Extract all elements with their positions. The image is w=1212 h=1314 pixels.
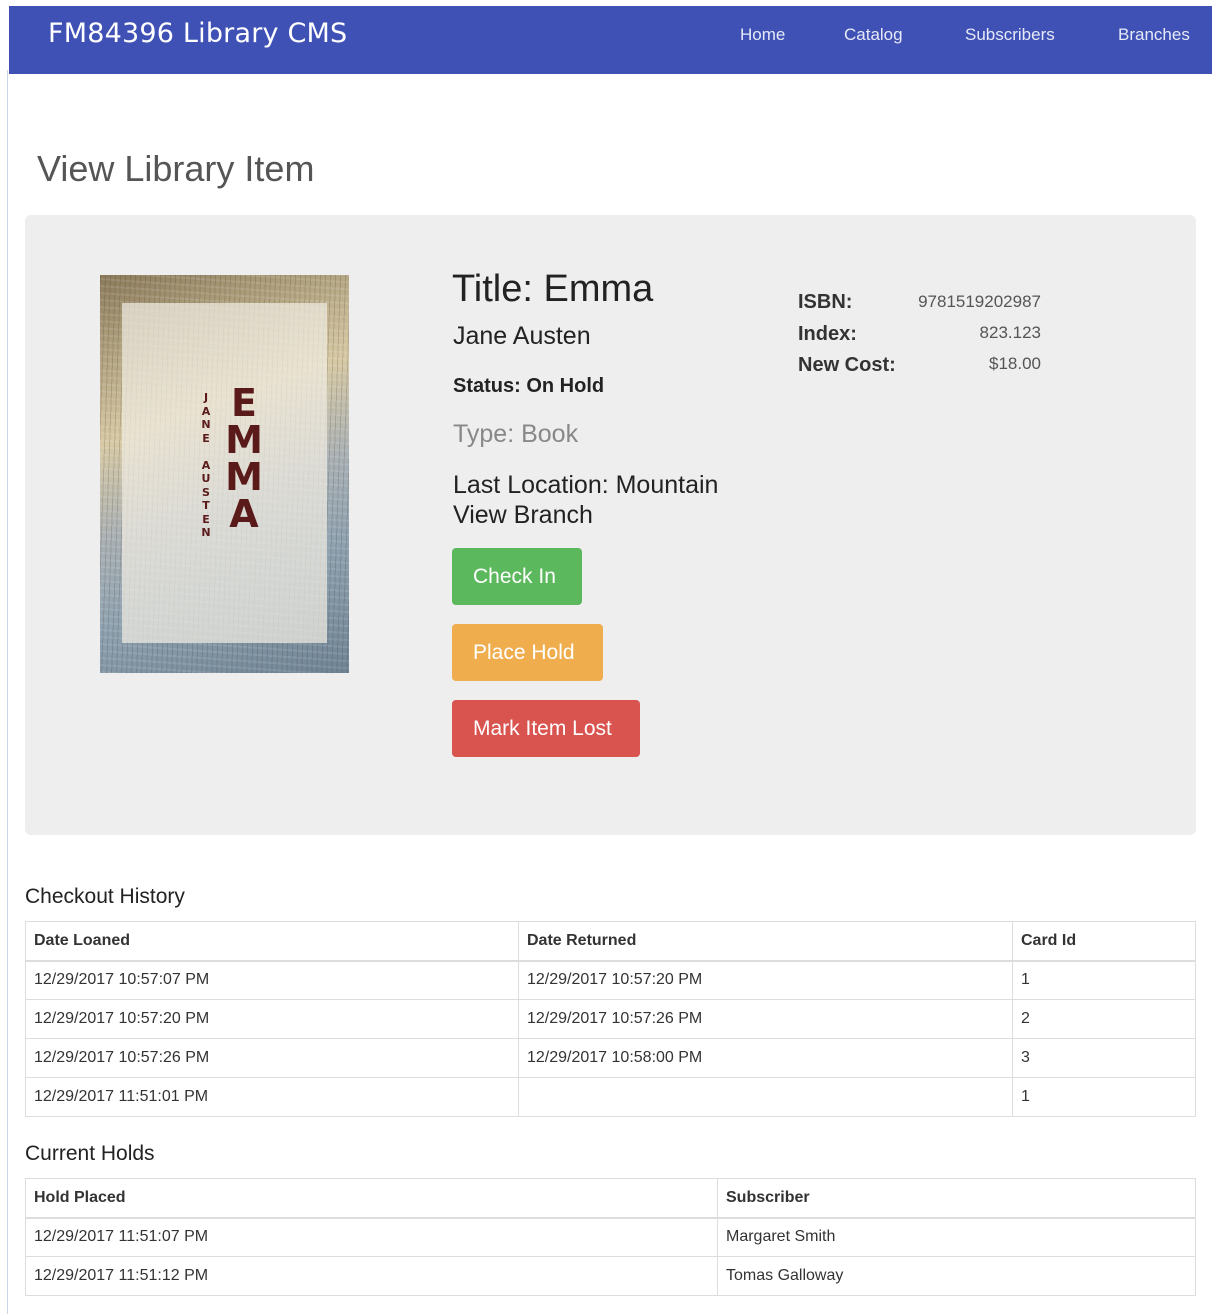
- item-type: Type: Book: [453, 420, 579, 448]
- date-returned-cell: 12/29/2017 10:57:26 PM: [518, 999, 1013, 1039]
- check-in-button[interactable]: Check In: [452, 548, 582, 605]
- top-navbar: FM84396 Library CMS Home Catalog Subscri…: [9, 6, 1212, 74]
- subscriber-cell: Tomas Galloway: [717, 1256, 1196, 1296]
- column-header: Date Returned: [518, 921, 1013, 962]
- current-holds-table: Hold Placed Subscriber 12/29/2017 11:51:…: [25, 1178, 1196, 1296]
- nav-subscribers[interactable]: Subscribers: [965, 25, 1055, 45]
- item-status: Status: On Hold: [453, 375, 605, 397]
- hold-placed-cell: 12/29/2017 11:51:12 PM: [25, 1256, 718, 1296]
- table-header-row: Hold Placed Subscriber: [25, 1178, 1196, 1219]
- card-id-cell: 3: [1012, 1038, 1196, 1078]
- isbn-label: ISBN:: [798, 291, 853, 313]
- table-row: 12/29/2017 11:51:07 PM Margaret Smith: [25, 1217, 1196, 1257]
- nav-catalog[interactable]: Catalog: [844, 25, 903, 45]
- date-loaned-cell: 12/29/2017 10:57:07 PM: [25, 960, 519, 1000]
- card-id-cell: 2: [1012, 999, 1196, 1039]
- new-cost-value: $18.00: [989, 354, 1041, 373]
- index-label: Index:: [798, 323, 857, 345]
- hold-placed-cell: 12/29/2017 11:51:07 PM: [25, 1217, 718, 1257]
- card-id-cell: 1: [1012, 1077, 1196, 1117]
- date-loaned-cell: 12/29/2017 10:57:26 PM: [25, 1038, 519, 1078]
- date-returned-cell: 12/29/2017 10:57:20 PM: [518, 960, 1013, 1000]
- table-header-row: Date Loaned Date Returned Card Id: [25, 921, 1196, 962]
- checkout-history-table: Date Loaned Date Returned Card Id 12/29/…: [25, 921, 1196, 1117]
- date-loaned-cell: 12/29/2017 10:57:20 PM: [25, 999, 519, 1039]
- card-id-cell: 1: [1012, 960, 1196, 1000]
- nav-home[interactable]: Home: [740, 25, 785, 45]
- column-header: Card Id: [1012, 921, 1196, 962]
- checkout-history-heading: Checkout History: [25, 885, 185, 908]
- item-author: Jane Austen: [453, 322, 591, 350]
- date-returned-cell: 12/29/2017 10:58:00 PM: [518, 1038, 1013, 1078]
- place-hold-button[interactable]: Place Hold: [452, 624, 603, 681]
- nav-branches[interactable]: Branches: [1118, 25, 1190, 45]
- table-row: 12/29/2017 10:57:07 PM 12/29/2017 10:57:…: [25, 960, 1196, 1000]
- table-row: 12/29/2017 11:51:12 PM Tomas Galloway: [25, 1256, 1196, 1296]
- book-cover-image: J A N E A U S T E N E M M A: [100, 275, 349, 673]
- cover-title-text: E M M A: [225, 381, 263, 536]
- date-loaned-cell: 12/29/2017 11:51:01 PM: [25, 1077, 519, 1117]
- item-last-location: Last Location: Mountain View Branch: [453, 471, 719, 529]
- item-title: Title: Emma: [452, 268, 654, 310]
- table-row: 12/29/2017 10:57:20 PM 12/29/2017 10:57:…: [25, 999, 1196, 1039]
- mark-item-lost-button[interactable]: Mark Item Lost: [452, 700, 640, 757]
- column-header: Hold Placed: [25, 1178, 718, 1219]
- page-title: View Library Item: [37, 148, 315, 189]
- cover-author-text: J A N E A U S T E N: [201, 391, 211, 539]
- current-holds-heading: Current Holds: [25, 1142, 155, 1165]
- subscriber-cell: Margaret Smith: [717, 1217, 1196, 1257]
- index-value: 823.123: [979, 323, 1041, 342]
- isbn-value: 9781519202987: [918, 292, 1041, 311]
- table-row: 12/29/2017 11:51:01 PM 1: [25, 1077, 1196, 1117]
- column-header: Date Loaned: [25, 921, 519, 962]
- brand-link[interactable]: FM84396 Library CMS: [48, 18, 347, 49]
- page-left-border: [7, 70, 8, 1314]
- date-returned-cell: [518, 1077, 1013, 1117]
- table-row: 12/29/2017 10:57:26 PM 12/29/2017 10:58:…: [25, 1038, 1196, 1078]
- column-header: Subscriber: [717, 1178, 1196, 1219]
